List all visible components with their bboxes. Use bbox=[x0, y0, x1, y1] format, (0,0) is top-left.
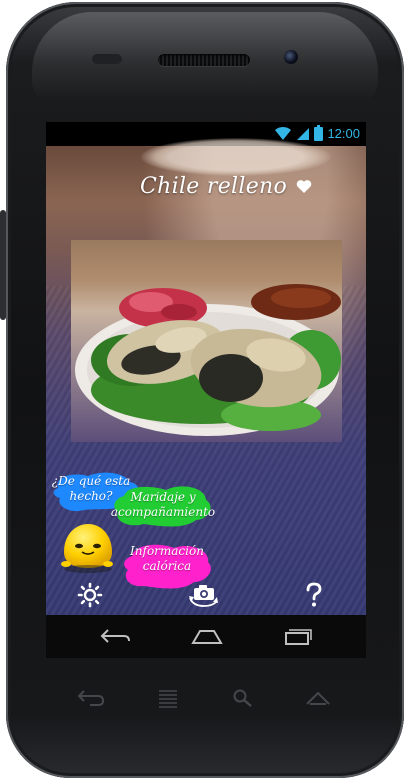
settings-icon[interactable] bbox=[77, 582, 103, 612]
recipe-view: Chile relleno ¿De qué esta hecho? Marida… bbox=[46, 138, 366, 615]
wifi-icon bbox=[274, 125, 292, 141]
home-icon[interactable] bbox=[190, 625, 224, 651]
title-bar: Chile relleno bbox=[46, 172, 366, 206]
pairing-option[interactable]: Maridaje y acompañamiento bbox=[108, 482, 216, 530]
front-camera bbox=[284, 50, 298, 64]
proximity-sensor bbox=[92, 54, 122, 64]
phone-screen: 12:00 Chile relleno ¿De qué esta hecho? … bbox=[46, 122, 366, 658]
battery-icon bbox=[314, 125, 324, 141]
dish-title: Chile relleno bbox=[140, 174, 288, 199]
recent-apps-icon[interactable] bbox=[280, 625, 314, 651]
navigation-bar bbox=[46, 615, 366, 658]
camera-switch-icon[interactable] bbox=[187, 582, 221, 612]
status-clock: 12:00 bbox=[327, 125, 360, 141]
bottom-toolbar bbox=[46, 580, 366, 614]
smiley-face-icon[interactable] bbox=[60, 522, 114, 574]
back-icon[interactable] bbox=[98, 625, 132, 651]
home-key-icon[interactable] bbox=[304, 688, 332, 712]
heart-icon[interactable] bbox=[296, 179, 312, 198]
back-key-icon[interactable] bbox=[76, 688, 106, 712]
earpiece-speaker bbox=[158, 54, 250, 66]
help-icon[interactable] bbox=[304, 582, 324, 612]
volume-button bbox=[0, 210, 6, 320]
status-icons: 12:00 bbox=[274, 125, 360, 141]
signal-icon bbox=[296, 125, 310, 141]
pairing-label: Maridaje y acompañamiento bbox=[110, 490, 216, 519]
dish-photo bbox=[71, 240, 342, 442]
menu-key-icon[interactable] bbox=[156, 688, 180, 712]
hardware-keys bbox=[0, 680, 410, 720]
calories-label: Información calórica bbox=[130, 544, 204, 573]
search-key-icon[interactable] bbox=[232, 688, 254, 712]
background-plate bbox=[141, 138, 331, 176]
